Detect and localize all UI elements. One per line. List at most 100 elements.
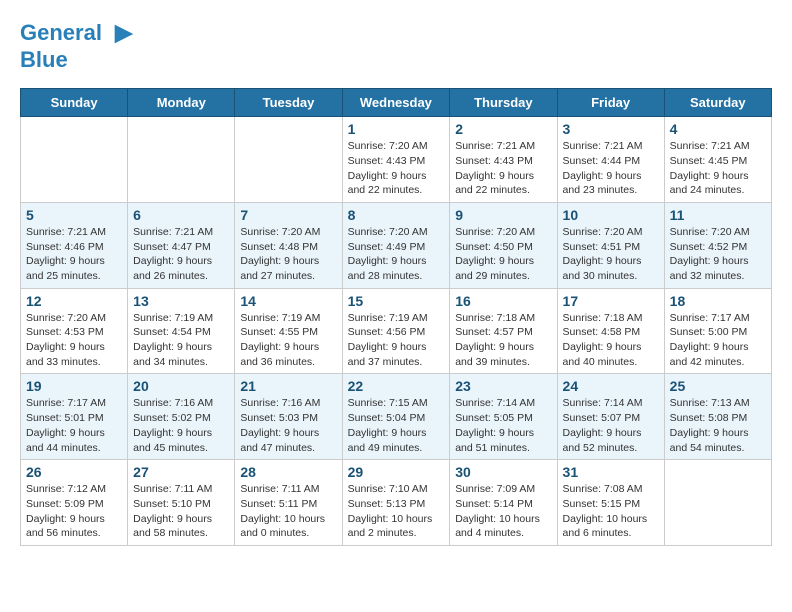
calendar-table: SundayMondayTuesdayWednesdayThursdayFrid… — [20, 88, 772, 546]
calendar-cell — [128, 117, 235, 203]
day-info: Sunrise: 7:21 AMSunset: 4:44 PMDaylight:… — [563, 139, 659, 198]
calendar-cell: 21 Sunrise: 7:16 AMSunset: 5:03 PMDayligh… — [235, 374, 342, 460]
calendar-cell: 29 Sunrise: 7:10 AMSunset: 5:13 PMDayligh… — [342, 460, 450, 546]
col-header-monday: Monday — [128, 89, 235, 117]
calendar-cell: 4Sunrise: 7:21 AMSunset: 4:45 PMDaylight… — [664, 117, 771, 203]
day-number: 14 — [240, 293, 336, 309]
day-number: 31 — [563, 464, 659, 480]
day-info: Sunrise: 7:14 AMSunset: 5:05 PMDaylight:… — [455, 396, 551, 455]
calendar-cell: 13 Sunrise: 7:19 AMSunset: 4:54 PMDayligh… — [128, 288, 235, 374]
day-number: 29 — [348, 464, 445, 480]
col-header-wednesday: Wednesday — [342, 89, 450, 117]
day-number: 27 — [133, 464, 229, 480]
calendar-cell: 5 Sunrise: 7:21 AMSunset: 4:46 PMDaylight… — [21, 202, 128, 288]
day-info: Sunrise: 7:20 AMSunset: 4:49 PMDaylight:… — [348, 225, 445, 284]
day-info: Sunrise: 7:21 AMSunset: 4:45 PMDaylight:… — [670, 139, 766, 198]
calendar-cell: 17 Sunrise: 7:18 AMSunset: 4:58 PMDayligh… — [557, 288, 664, 374]
day-info: Sunrise: 7:12 AMSunset: 5:09 PMDaylight:… — [26, 482, 122, 541]
calendar-cell: 24 Sunrise: 7:14 AMSunset: 5:07 PMDayligh… — [557, 374, 664, 460]
day-number: 2 — [455, 121, 551, 137]
calendar-cell: 20Sunrise: 7:16 AMSunset: 5:02 PMDayligh… — [128, 374, 235, 460]
day-info: Sunrise: 7:19 AMSunset: 4:54 PMDaylight:… — [133, 311, 229, 370]
day-number: 17 — [563, 293, 659, 309]
day-number: 6 — [133, 207, 229, 223]
calendar-cell: 2 Sunrise: 7:21 AMSunset: 4:43 PMDaylight… — [450, 117, 557, 203]
day-info: Sunrise: 7:18 AMSunset: 4:57 PMDaylight:… — [455, 311, 551, 370]
day-info: Sunrise: 7:11 AMSunset: 5:10 PMDaylight:… — [133, 482, 229, 541]
day-info: Sunrise: 7:18 AMSunset: 4:58 PMDaylight:… — [563, 311, 659, 370]
day-info: Sunrise: 7:10 AMSunset: 5:13 PMDaylight:… — [348, 482, 445, 541]
day-info: Sunrise: 7:21 AMSunset: 4:47 PMDaylight:… — [133, 225, 229, 284]
calendar-cell: 19Sunrise: 7:17 AMSunset: 5:01 PMDayligh… — [21, 374, 128, 460]
calendar-cell: 10 Sunrise: 7:20 AMSunset: 4:51 PMDayligh… — [557, 202, 664, 288]
day-number: 7 — [240, 207, 336, 223]
day-number: 18 — [670, 293, 766, 309]
day-number: 30 — [455, 464, 551, 480]
day-info: Sunrise: 7:16 AMSunset: 5:02 PMDaylight:… — [133, 396, 229, 455]
calendar-cell: 31 Sunrise: 7:08 AMSunset: 5:15 PMDayligh… — [557, 460, 664, 546]
col-header-friday: Friday — [557, 89, 664, 117]
calendar-cell: 16 Sunrise: 7:18 AMSunset: 4:57 PMDayligh… — [450, 288, 557, 374]
day-number: 26 — [26, 464, 122, 480]
calendar-cell: 26 Sunrise: 7:12 AMSunset: 5:09 PMDayligh… — [21, 460, 128, 546]
day-number: 25 — [670, 378, 766, 394]
calendar-cell: 28 Sunrise: 7:11 AMSunset: 5:11 PMDayligh… — [235, 460, 342, 546]
day-info: Sunrise: 7:20 AMSunset: 4:51 PMDaylight:… — [563, 225, 659, 284]
calendar-cell: 12 Sunrise: 7:20 AMSunset: 4:53 PMDayligh… — [21, 288, 128, 374]
day-info: Sunrise: 7:16 AMSunset: 5:03 PMDaylight:… — [240, 396, 336, 455]
calendar-cell — [664, 460, 771, 546]
day-number: 10 — [563, 207, 659, 223]
day-number: 12 — [26, 293, 122, 309]
day-info: Sunrise: 7:14 AMSunset: 5:07 PMDaylight:… — [563, 396, 659, 455]
day-number: 13 — [133, 293, 229, 309]
day-info: Sunrise: 7:15 AMSunset: 5:04 PMDaylight:… — [348, 396, 445, 455]
page-header: General Blue — [20, 20, 772, 72]
calendar-cell: 25 Sunrise: 7:13 AMSunset: 5:08 PMDayligh… — [664, 374, 771, 460]
calendar-cell: 15 Sunrise: 7:19 AMSunset: 4:56 PMDayligh… — [342, 288, 450, 374]
calendar-cell: 1 Sunrise: 7:20 AMSunset: 4:43 PMDaylight… — [342, 117, 450, 203]
calendar-cell: 9 Sunrise: 7:20 AMSunset: 4:50 PMDaylight… — [450, 202, 557, 288]
calendar-cell: 30 Sunrise: 7:09 AMSunset: 5:14 PMDayligh… — [450, 460, 557, 546]
calendar-cell: 22 Sunrise: 7:15 AMSunset: 5:04 PMDayligh… — [342, 374, 450, 460]
day-number: 1 — [348, 121, 445, 137]
day-number: 9 — [455, 207, 551, 223]
day-info: Sunrise: 7:21 AMSunset: 4:43 PMDaylight:… — [455, 139, 551, 198]
day-number: 11 — [670, 207, 766, 223]
day-number: 19 — [26, 378, 122, 394]
calendar-cell: 18 Sunrise: 7:17 AMSunset: 5:00 PMDayligh… — [664, 288, 771, 374]
logo-text: General Blue — [20, 20, 138, 72]
day-number: 16 — [455, 293, 551, 309]
day-number: 28 — [240, 464, 336, 480]
day-info: Sunrise: 7:21 AMSunset: 4:46 PMDaylight:… — [26, 225, 122, 284]
calendar-cell: 11 Sunrise: 7:20 AMSunset: 4:52 PMDayligh… — [664, 202, 771, 288]
day-number: 22 — [348, 378, 445, 394]
day-info: Sunrise: 7:08 AMSunset: 5:15 PMDaylight:… — [563, 482, 659, 541]
day-info: Sunrise: 7:20 AMSunset: 4:53 PMDaylight:… — [26, 311, 122, 370]
day-info: Sunrise: 7:17 AMSunset: 5:00 PMDaylight:… — [670, 311, 766, 370]
col-header-thursday: Thursday — [450, 89, 557, 117]
day-info: Sunrise: 7:09 AMSunset: 5:14 PMDaylight:… — [455, 482, 551, 541]
day-info: Sunrise: 7:20 AMSunset: 4:50 PMDaylight:… — [455, 225, 551, 284]
day-number: 5 — [26, 207, 122, 223]
day-info: Sunrise: 7:20 AMSunset: 4:52 PMDaylight:… — [670, 225, 766, 284]
calendar-cell: 14 Sunrise: 7:19 AMSunset: 4:55 PMDayligh… — [235, 288, 342, 374]
day-info: Sunrise: 7:19 AMSunset: 4:55 PMDaylight:… — [240, 311, 336, 370]
day-number: 21 — [240, 378, 336, 394]
day-number: 15 — [348, 293, 445, 309]
calendar-cell: 6 Sunrise: 7:21 AMSunset: 4:47 PMDaylight… — [128, 202, 235, 288]
day-info: Sunrise: 7:13 AMSunset: 5:08 PMDaylight:… — [670, 396, 766, 455]
logo: General Blue — [20, 20, 138, 72]
day-number: 24 — [563, 378, 659, 394]
col-header-saturday: Saturday — [664, 89, 771, 117]
day-number: 23 — [455, 378, 551, 394]
calendar-cell: 27 Sunrise: 7:11 AMSunset: 5:10 PMDayligh… — [128, 460, 235, 546]
col-header-sunday: Sunday — [21, 89, 128, 117]
day-info: Sunrise: 7:19 AMSunset: 4:56 PMDaylight:… — [348, 311, 445, 370]
day-info: Sunrise: 7:20 AMSunset: 4:43 PMDaylight:… — [348, 139, 445, 198]
day-number: 3 — [563, 121, 659, 137]
calendar-cell: 7Sunrise: 7:20 AMSunset: 4:48 PMDaylight… — [235, 202, 342, 288]
calendar-cell: 8 Sunrise: 7:20 AMSunset: 4:49 PMDaylight… — [342, 202, 450, 288]
day-info: Sunrise: 7:11 AMSunset: 5:11 PMDaylight:… — [240, 482, 336, 541]
col-header-tuesday: Tuesday — [235, 89, 342, 117]
day-number: 8 — [348, 207, 445, 223]
